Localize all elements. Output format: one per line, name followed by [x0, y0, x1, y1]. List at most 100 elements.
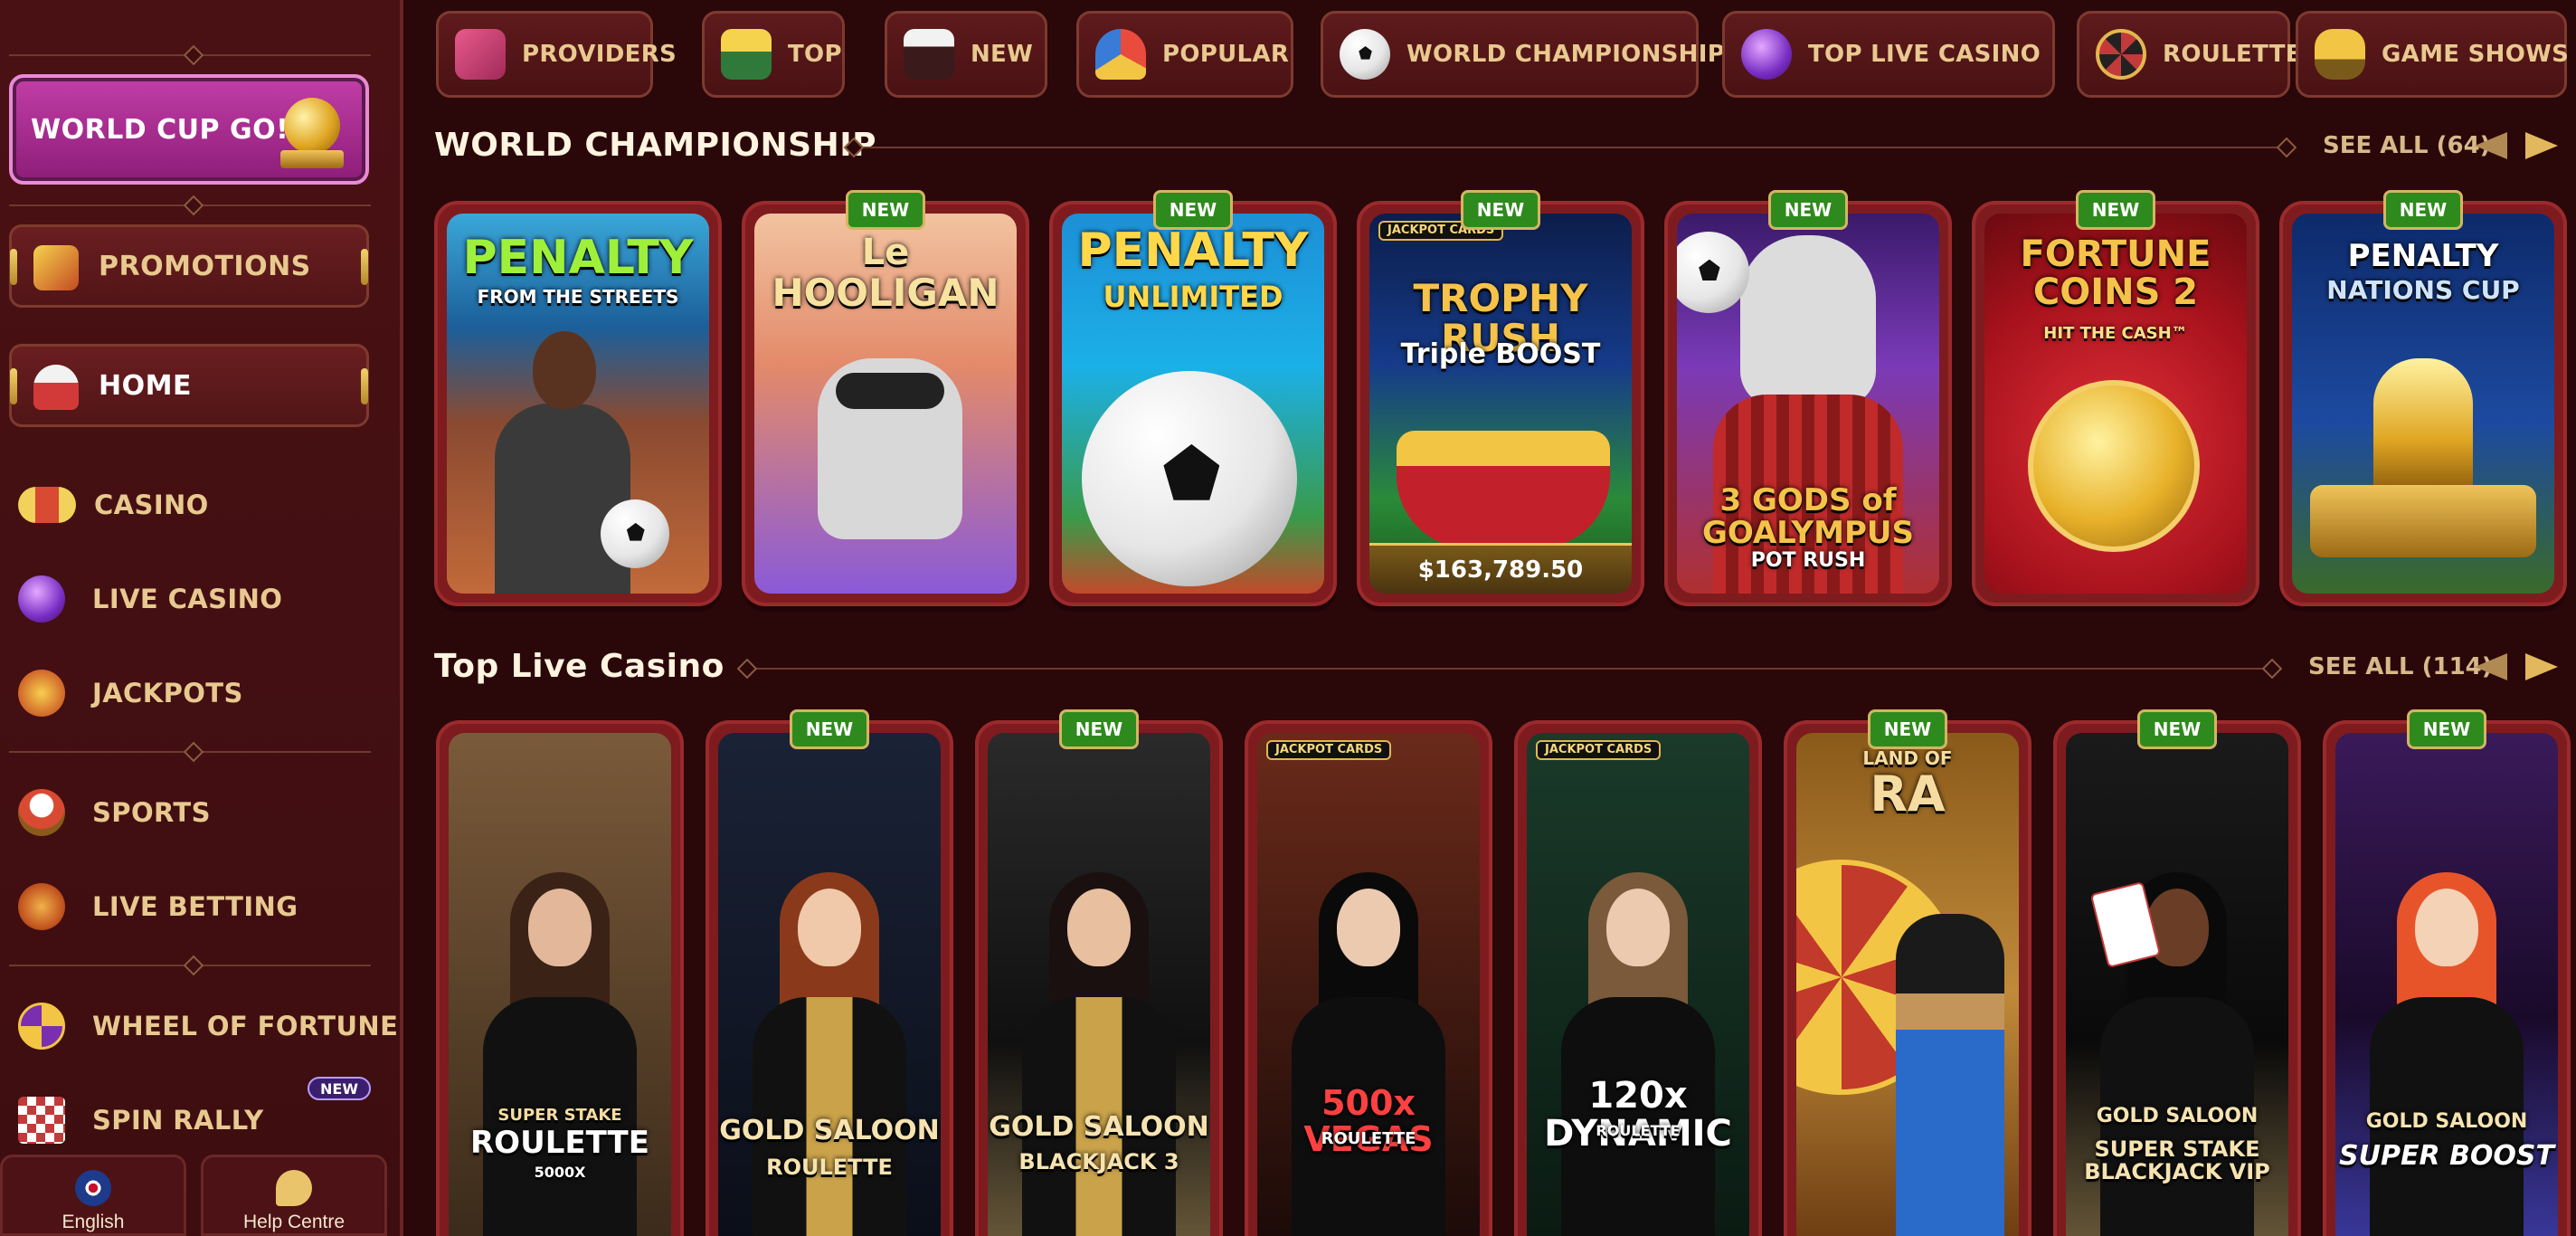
golden-ball-trophy-icon: [284, 98, 340, 154]
world-cup-go-label: WORLD CUP GO!: [31, 113, 289, 146]
game-card-le-hooligan[interactable]: NEW Le HOOLIGAN: [742, 190, 1029, 606]
sidebar-item-label: SPIN RALLY: [92, 1105, 264, 1136]
world-cup-go-banner[interactable]: WORLD CUP GO!: [9, 74, 369, 185]
gold-coin-icon: [2028, 380, 2200, 552]
tab-providers[interactable]: PROVIDERS: [436, 11, 677, 98]
live-card-gold-saloon-roulette[interactable]: NEW GOLD SALOON ROULETTE: [706, 709, 953, 1236]
tab-top[interactable]: TOP: [702, 11, 845, 98]
sidebar-item-casino[interactable]: CASINO: [18, 478, 209, 532]
tab-game-shows[interactable]: GAME SHOWS: [2296, 11, 2569, 98]
new-badge: NEW: [2076, 190, 2155, 230]
new-badge: NEW: [2407, 709, 2486, 749]
game-subtitle: Triple BOOST: [1400, 338, 1601, 370]
language-selector[interactable]: English: [0, 1155, 186, 1236]
section-divider: [747, 668, 2272, 670]
soccer-ball-icon: [1677, 232, 1749, 313]
sidebar-item-label: LIVE CASINO: [92, 584, 283, 614]
sidebar-item-home[interactable]: HOME: [9, 344, 369, 427]
dealer-face: [2415, 889, 2478, 966]
tab-popular[interactable]: POPULAR: [1076, 11, 1293, 98]
game-title: SUPER STAKE: [497, 1106, 622, 1125]
crystal-ball-icon: [1741, 29, 1792, 80]
live-card-super-stake-roulette[interactable]: SUPER STAKE ROULETTE 5000X: [436, 720, 684, 1236]
game-title: PENALTY: [1077, 223, 1309, 278]
game-title: PENALTY: [462, 231, 694, 285]
jackpot-amount: $163,789.50: [1369, 543, 1632, 594]
game-card-penalty-nations-cup[interactable]: NEW PENALTY NATIONS CUP: [2279, 190, 2567, 606]
sidebar-item-live-betting[interactable]: LIVE BETTING: [18, 879, 298, 934]
game-subtitle: HOOLIGAN: [772, 271, 999, 315]
live-card-gold-saloon-blackjack-3[interactable]: NEW GOLD SALOON BLACKJACK 3: [975, 709, 1223, 1236]
home-tent-icon: [33, 365, 79, 410]
sidebar-item-label: HOME: [99, 369, 192, 402]
game-title: GOLD SALOON: [989, 1111, 1209, 1143]
live-thumbnail: JACKPOT CARDS 120x DYNAMIC ROULETTE: [1527, 733, 1749, 1236]
live-card-super-stake-blackjack-vip[interactable]: NEW GOLD SALOON SUPER STAKE BLACKJACK VI…: [2053, 709, 2301, 1236]
play-ball-icon: [18, 883, 65, 930]
tab-top-live-casino[interactable]: TOP LIVE CASINO: [1722, 11, 2055, 98]
category-tabs: PROVIDERS TOP NEW POPULAR WORLD CHAMPION…: [425, 7, 2576, 105]
game-title: 120x DYNAMIC: [1544, 1075, 1732, 1155]
sidebar-divider: [9, 54, 371, 56]
game-card-fortune-coins-2[interactable]: NEW FORTUNE COINS 2 HIT THE CASH™: [1972, 190, 2259, 606]
sidebar-item-label: PROMOTIONS: [99, 250, 311, 282]
sidebar-item-spin-rally[interactable]: SPIN RALLY: [18, 1093, 264, 1147]
jackpot-cards-tag: JACKPOT CARDS: [1266, 740, 1392, 760]
new-badge: NEW: [2137, 709, 2217, 749]
section-title-world-championship: WORLD CHAMPIONSHIP: [434, 127, 876, 164]
jackpot-cards-tag: JACKPOT CARDS: [1536, 740, 1662, 760]
live-card-gold-saloon-super-boost[interactable]: NEW GOLD SALOON SUPER BOOST: [2323, 709, 2571, 1236]
live-card-500x-vegas-roulette[interactable]: JACKPOT CARDS 500x VEGAS ROULETTE: [1245, 720, 1492, 1236]
new-badge: NEW: [1153, 190, 1233, 230]
tab-roulette[interactable]: ROULETTE: [2077, 11, 2301, 98]
scroll-right-arrow-icon[interactable]: [2525, 132, 2558, 159]
magic-hat-icon: [904, 29, 954, 80]
trophy-pot-icon: [1397, 431, 1610, 548]
tab-world-championship[interactable]: WORLD CHAMPIONSHIP: [1321, 11, 1725, 98]
sidebar-item-jackpots[interactable]: JACKPOTS: [18, 666, 243, 720]
help-centre-button[interactable]: Help Centre: [201, 1155, 387, 1236]
tab-label: TOP: [788, 41, 842, 68]
sidebar-item-label: JACKPOTS: [92, 678, 243, 708]
new-badge: NEW: [846, 190, 925, 230]
live-thumbnail: GOLD SALOON BLACKJACK 3: [988, 733, 1210, 1236]
game-subtitle: ROULETTE: [1321, 1129, 1416, 1148]
live-thumbnail: GOLD SALOON SUPER STAKE BLACKJACK VIP: [2066, 733, 2288, 1236]
game-title: Le: [861, 232, 910, 273]
scroll-left-arrow-icon[interactable]: [2475, 132, 2507, 159]
game-title: 3 GODS of GOALYMPUS: [1701, 482, 1915, 551]
game-card-penalty-unlimited[interactable]: NEW PENALTY UNLIMITED: [1049, 190, 1337, 606]
new-badge: NEW: [1461, 190, 1540, 230]
scroll-right-arrow-icon[interactable]: [2525, 653, 2558, 680]
golden-boots-icon: [2310, 485, 2536, 557]
game-subtitle: SUPER BOOST: [2339, 1140, 2554, 1172]
sidebar-item-sports[interactable]: SPORTS: [18, 785, 211, 840]
game-card-trophy-rush[interactable]: NEW JACKPOT CARDS TROPHY RUSH Triple BOO…: [1357, 190, 1644, 606]
sidebar-item-promotions[interactable]: PROMOTIONS: [9, 224, 369, 308]
tab-label: ROULETTE: [2163, 41, 2302, 68]
game-card-3-gods-of-goalympus[interactable]: NEW 3 GODS of GOALYMPUS POT RUSH: [1664, 190, 1952, 606]
game-subtitle: BLACKJACK 3: [1018, 1149, 1179, 1174]
tab-new[interactable]: NEW: [885, 11, 1047, 98]
dealer-figure: [2361, 852, 2533, 1236]
soccer-ball-icon: [601, 499, 669, 568]
jack-in-box-icon: [33, 245, 79, 290]
live-card-120x-dynamic-roulette[interactable]: JACKPOT CARDS 120x DYNAMIC ROULETTE: [1514, 720, 1762, 1236]
live-card-land-of-ra[interactable]: NEW LAND OF RA: [1784, 709, 2031, 1236]
sidebar-item-wheel-of-fortune[interactable]: WHEEL OF FORTUNE: [18, 999, 398, 1053]
new-badge: NEW: [790, 709, 869, 749]
new-badge: NEW: [2383, 190, 2463, 230]
live-thumbnail: GOLD SALOON ROULETTE: [718, 733, 941, 1236]
see-all-top-live-casino[interactable]: SEE ALL (114): [2308, 653, 2493, 680]
game-subtitle: SUPER STAKE BLACKJACK VIP: [2084, 1136, 2270, 1185]
game-multiplier: 5000X: [534, 1164, 586, 1181]
sidebar-item-live-casino[interactable]: LIVE CASINO: [18, 572, 282, 626]
trophy-ball-icon: [18, 789, 65, 836]
language-label: English: [62, 1212, 125, 1232]
book-icon: [455, 29, 506, 80]
scroll-left-arrow-icon[interactable]: [2475, 653, 2507, 680]
see-all-world-championship[interactable]: SEE ALL (64): [2323, 132, 2491, 159]
game-card-penalty-from-the-streets[interactable]: PENALTY FROM THE STREETS: [434, 201, 722, 606]
sevens-icon: [18, 670, 65, 717]
microphone-icon: [2315, 29, 2365, 80]
